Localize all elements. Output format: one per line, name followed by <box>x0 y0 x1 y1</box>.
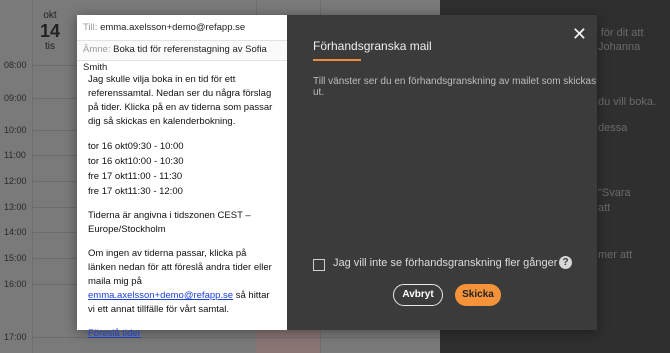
fallback-text: Om ingen av tiderna passar, klicka på lä… <box>88 247 274 317</box>
time-label: 16:00 <box>4 279 27 289</box>
title-underline <box>313 59 361 61</box>
time-label: 14:00 <box>4 227 27 237</box>
time-label: 11:00 <box>4 150 26 160</box>
time-label: 08:00 <box>4 60 27 70</box>
email-preview: Till: emma.axelsson+demo@refapp.se Ämne:… <box>77 15 287 339</box>
day-month: okt <box>43 10 57 21</box>
to-label: Till: <box>83 22 98 33</box>
preview-panel: ✕ Förhandsgranska mail Till vänster ser … <box>287 15 597 330</box>
panel-description: Till vänster ser du en förhandsgransknin… <box>313 76 597 98</box>
day-number: 14 <box>40 21 61 41</box>
close-icon[interactable]: ✕ <box>572 25 587 43</box>
dont-show-again-checkbox[interactable] <box>313 259 325 271</box>
time-slots: tor 16 okt09:30 - 10:00 tor 16 okt10:00 … <box>88 139 274 199</box>
time-slot: tor 16 okt10:00 - 10:30 <box>88 156 184 167</box>
help-icon[interactable]: ? <box>559 256 572 269</box>
day-header: okt 14 tis <box>40 10 60 52</box>
email-intro: Jag skulle vilja boka in en tid för ett … <box>88 74 273 127</box>
time-slot: tor 16 okt09:30 - 10:00 <box>88 141 184 152</box>
fallback-email-link[interactable]: emma.axelsson+demo@refapp.se <box>88 290 233 301</box>
time-label: 10:00 <box>4 125 27 135</box>
subject-row: Ämne: Boka tid för referenstagning av So… <box>77 41 287 73</box>
time-slot: fre 17 okt11:30 - 12:00 <box>88 186 183 197</box>
time-label: 17:00 <box>4 332 27 342</box>
background-text: "Svara <box>598 187 631 199</box>
background-text: r för dit att <box>594 27 644 39</box>
time-label: 09:00 <box>4 93 27 103</box>
email-body: Jag skulle vilja boka in en tid för ett … <box>88 73 274 351</box>
background-text: du vill boka. <box>598 96 657 108</box>
to-value: emma.axelsson+demo@refapp.se <box>100 22 246 33</box>
column-divider <box>32 0 33 353</box>
time-label: 15:00 <box>4 253 27 263</box>
panel-title: Förhandsgranska mail <box>313 39 432 53</box>
background-text: dessa <box>598 122 628 134</box>
time-label: 12:00 <box>4 176 27 186</box>
dont-show-again-label[interactable]: Jag vill inte se förhandsgranskning fler… <box>333 257 557 269</box>
day-weekday: tis <box>45 41 56 52</box>
subject-value: Boka tid för referenstagning av Sofia Sm… <box>83 44 267 73</box>
email-preview-modal: Till: emma.axelsson+demo@refapp.se Ämne:… <box>77 15 597 339</box>
suggest-times-link[interactable]: Föreslå tider <box>88 328 141 339</box>
time-label: 13:00 <box>4 202 27 212</box>
timezone-note: Tiderna är angivna i tidszonen CEST – Eu… <box>88 210 251 235</box>
background-text: Johanna <box>598 41 641 53</box>
background-text: att <box>598 202 611 214</box>
to-row: Till: emma.axelsson+demo@refapp.se <box>77 21 287 41</box>
send-button[interactable]: Skicka <box>455 284 501 306</box>
cancel-button[interactable]: Avbryt <box>393 284 443 306</box>
time-slot: fre 17 okt11:00 - 11:30 <box>88 171 183 182</box>
background-text: mer att <box>598 249 633 261</box>
subject-label: Ämne: <box>83 44 111 55</box>
fallback-before: Om ingen av tiderna passar, klicka på lä… <box>88 248 272 287</box>
